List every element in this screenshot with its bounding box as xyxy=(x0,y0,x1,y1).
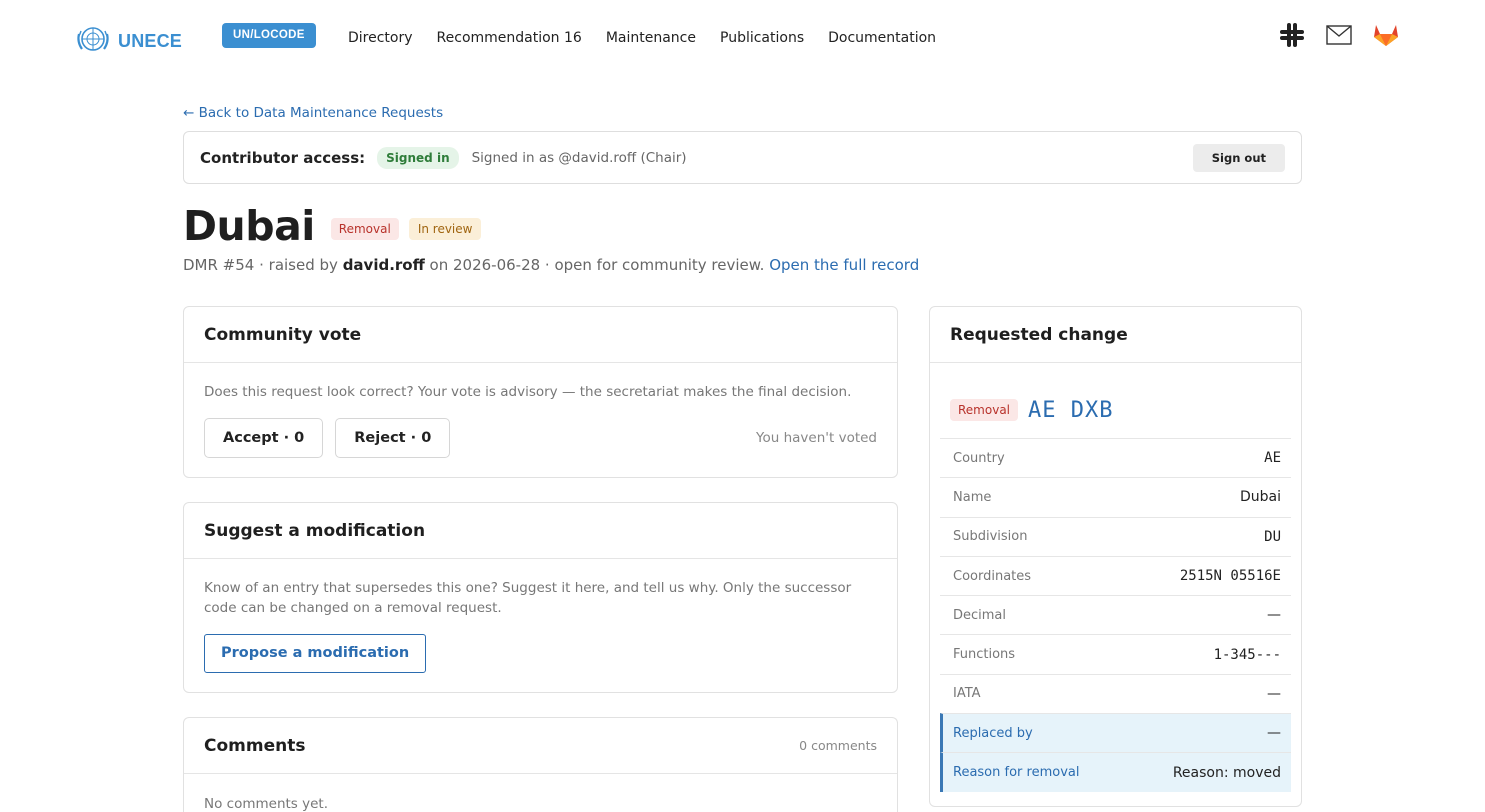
field-value: Dubai xyxy=(1239,489,1281,506)
comments-card: Comments 0 comments No comments yet. xyxy=(183,717,898,812)
dmr-number: DMR #54 xyxy=(183,256,255,274)
field-row-coordinates: Coordinates 2515N 05516E xyxy=(940,555,1291,595)
field-label: Subdivision xyxy=(953,529,1028,545)
author-name: david.roff xyxy=(342,256,425,274)
field-list: Country AE Name Dubai Subdivision DU Coo… xyxy=(940,438,1291,792)
gitlab-icon[interactable] xyxy=(1372,21,1400,49)
field-value: — xyxy=(1267,685,1281,702)
propose-modification-button[interactable]: Propose a modification xyxy=(204,634,427,673)
card-title: Community vote xyxy=(204,324,362,345)
field-value: DU xyxy=(1264,528,1281,545)
no-comments-text: No comments yet. xyxy=(204,796,328,812)
field-value: Reason: moved xyxy=(1172,764,1281,781)
open-full-record-link[interactable]: Open the full record xyxy=(769,256,919,274)
raised-by-text: · raised by xyxy=(254,256,343,274)
field-label: Decimal xyxy=(953,607,1007,623)
suggest-description: Know of an entry that supersedes this on… xyxy=(204,580,852,616)
nav-icon-group xyxy=(1278,21,1419,49)
change-summary: Removal AE DXB xyxy=(930,363,1301,433)
field-row-reason-for-removal: Reason for removal Reason: moved xyxy=(940,752,1291,792)
removal-badge: Removal xyxy=(950,399,1019,421)
slack-icon[interactable] xyxy=(1278,21,1306,49)
community-vote-card: Community vote Does this request look co… xyxy=(183,306,898,478)
request-title-row: Dubai Removal In review xyxy=(183,202,482,250)
signed-in-badge: Signed in xyxy=(377,146,459,169)
card-header: Requested change xyxy=(930,307,1301,363)
nav-link-documentation[interactable]: Documentation xyxy=(828,30,936,46)
sign-out-button[interactable]: Sign out xyxy=(1192,144,1285,172)
field-value: — xyxy=(1267,725,1281,742)
page-title: Dubai xyxy=(183,202,315,250)
status-badge: In review xyxy=(408,218,482,240)
unece-logo[interactable]: UNECE xyxy=(74,22,182,56)
field-value: — xyxy=(1267,607,1281,624)
accept-button[interactable]: Accept · 0 xyxy=(204,418,324,458)
field-value: 2515N 05516E xyxy=(1179,568,1281,585)
field-label: Replaced by xyxy=(953,725,1033,741)
field-row-iata: IATA — xyxy=(940,673,1291,713)
main-nav-links: Directory Recommendation 16 Maintenance … xyxy=(348,30,960,46)
field-label: IATA xyxy=(953,686,981,702)
field-value: AE xyxy=(1264,450,1281,467)
field-row-subdivision: Subdivision DU xyxy=(940,516,1291,556)
field-label: Name xyxy=(953,489,992,505)
unlocode-badge[interactable]: UN/LOCODE xyxy=(222,23,316,48)
card-header: Suggest a modification xyxy=(184,503,897,559)
card-title: Comments xyxy=(204,735,306,756)
field-row-country: Country AE xyxy=(940,438,1291,477)
mail-icon[interactable] xyxy=(1325,21,1353,49)
reject-button[interactable]: Reject · 0 xyxy=(335,418,451,458)
nav-link-maintenance[interactable]: Maintenance xyxy=(606,30,696,46)
field-row-replaced-by: Replaced by — xyxy=(940,713,1291,753)
top-nav: UNECE UN/LOCODE Directory Recommendation… xyxy=(0,0,1485,78)
request-meta: DMR #54 · raised by david.roff on 2026-0… xyxy=(183,256,919,274)
signed-in-user: Signed in as @david.roff (Chair) xyxy=(471,149,687,166)
field-row-name: Name Dubai xyxy=(940,477,1291,516)
date-text: on 2026-06-28 · open for community revie… xyxy=(424,256,770,274)
locode-code[interactable]: AE DXB xyxy=(1028,398,1113,423)
access-label: Contributor access: xyxy=(200,148,366,167)
nav-link-directory[interactable]: Directory xyxy=(348,30,413,46)
nav-link-recommendation-16[interactable]: Recommendation 16 xyxy=(437,30,582,46)
logo-text: UNECE xyxy=(118,30,183,51)
field-label: Country xyxy=(953,450,1005,466)
back-to-requests-link[interactable]: ← Back to Data Maintenance Requests xyxy=(183,105,443,121)
nav-link-publications[interactable]: Publications xyxy=(720,30,804,46)
card-header: Community vote xyxy=(184,307,897,363)
comments-count: 0 comments xyxy=(799,738,877,753)
vote-status: You haven't voted xyxy=(756,430,877,446)
card-header: Comments 0 comments xyxy=(184,718,897,774)
field-label: Reason for removal xyxy=(953,765,1080,781)
vote-description: Does this request look correct? Your vot… xyxy=(204,384,852,400)
field-value: 1-345--- xyxy=(1213,646,1281,663)
card-title: Suggest a modification xyxy=(204,520,426,541)
field-label: Coordinates xyxy=(953,568,1032,584)
requested-change-card: Requested change Removal AE DXB Country … xyxy=(929,306,1302,807)
vote-actions: Accept · 0 Reject · 0 You haven't voted xyxy=(204,418,877,458)
contributor-access-bar: Contributor access: Signed in Signed in … xyxy=(183,131,1302,184)
removal-badge: Removal xyxy=(330,218,399,240)
field-label: Functions xyxy=(953,647,1016,663)
suggest-modification-card: Suggest a modification Know of an entry … xyxy=(183,502,898,693)
card-title: Requested change xyxy=(950,324,1128,345)
un-emblem-icon xyxy=(77,27,109,51)
field-row-functions: Functions 1-345--- xyxy=(940,634,1291,673)
field-row-decimal: Decimal — xyxy=(940,595,1291,634)
